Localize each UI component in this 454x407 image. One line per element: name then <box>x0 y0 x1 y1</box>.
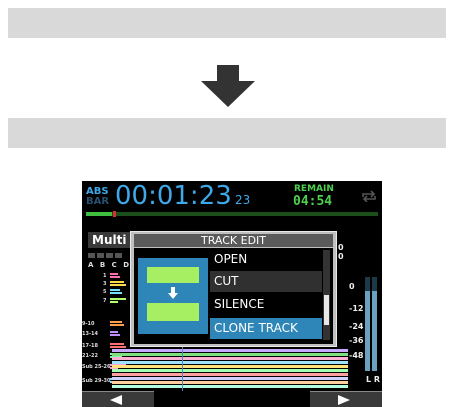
scale-tick-label: -24 <box>349 322 364 331</box>
left-triangle-icon <box>110 395 122 405</box>
track-meter-bar <box>110 284 126 286</box>
track-meter-bar <box>110 292 122 294</box>
meter-right-fill <box>372 291 377 371</box>
bottom-gray-bar <box>8 118 446 148</box>
menu-item-clone-track[interactable]: CLONE TRACK <box>210 318 322 339</box>
menu-item-cut[interactable]: CUT <box>210 271 322 292</box>
next-button[interactable] <box>310 391 382 407</box>
menu-item-silence[interactable]: SILENCE <box>210 294 322 315</box>
top-right-value: 0 <box>338 243 344 252</box>
track-meter-bar <box>110 346 126 348</box>
track-waveform <box>112 365 348 368</box>
track-waveform <box>112 361 348 364</box>
track-label: Sub 29-30 <box>82 378 111 384</box>
scale-tick-label: 0 <box>349 282 355 291</box>
top-gray-bar <box>8 8 446 38</box>
prev-button[interactable] <box>82 391 154 407</box>
track-label: 9-10 <box>82 321 95 327</box>
source-track-block <box>147 267 199 283</box>
track-label: 21-22 <box>82 353 98 359</box>
track-columns-label: A B C D <box>88 261 132 269</box>
dialog-body: OPEN CUT SILENCE CLONE TRACK <box>134 248 333 344</box>
track-waveform <box>112 385 348 388</box>
track-label: 7 <box>103 298 107 304</box>
bar-label: BAR <box>86 196 110 207</box>
track-waveform <box>112 377 348 380</box>
remain-value: 04:54 <box>293 194 333 209</box>
track-meter-bar <box>110 281 124 283</box>
remain-label: REMAIN <box>294 184 334 194</box>
track-waveform <box>112 369 348 372</box>
playhead-marker <box>113 211 116 217</box>
track-meter-bar <box>110 331 118 333</box>
menu-item-open[interactable]: OPEN <box>210 249 322 270</box>
scale-tick-label: -48 <box>349 351 364 360</box>
track-slot-indicator <box>97 253 104 258</box>
track-meter-bar <box>110 334 120 336</box>
progress-fill <box>86 212 112 216</box>
track-meter-bar <box>110 324 124 326</box>
track-label: 5 <box>103 289 107 295</box>
mode-tab[interactable]: Multi <box>88 232 136 248</box>
track-waveform <box>112 381 348 384</box>
progress-track <box>86 212 378 216</box>
scale-tick-label: -12 <box>349 304 364 313</box>
track-waveform <box>112 357 348 360</box>
track-slot-indicator <box>106 253 113 258</box>
device-screen: ABS BAR 00:01:23 23 REMAIN 04:54 Multi A… <box>82 181 382 407</box>
track-label: 1 <box>103 273 107 279</box>
timeline-playhead <box>182 347 183 391</box>
right-triangle-icon <box>338 395 350 405</box>
dialog-scrollbar-thumb[interactable] <box>324 295 329 325</box>
scale-tick-label: -36 <box>349 336 364 345</box>
track-meter-bar <box>110 321 122 323</box>
track-waveform <box>112 353 348 356</box>
down-arrow-icon <box>201 65 255 107</box>
loop-icon <box>362 190 376 202</box>
track-label: 13-14 <box>82 331 98 337</box>
track-label: Sub 25-26 <box>82 364 111 370</box>
track-meter-bar <box>110 343 124 345</box>
track-label: 17-18 <box>82 343 98 349</box>
dialog-title: TRACK EDIT <box>134 234 333 247</box>
time-frames: 23 <box>235 193 251 207</box>
track-meter-bar <box>110 273 118 275</box>
track-waveform <box>112 349 348 352</box>
time-counter: 00:01:23 <box>115 181 232 211</box>
copy-arrow-icon <box>168 287 178 299</box>
track-waveform <box>112 373 348 376</box>
meter-left-fill <box>365 291 370 371</box>
top-right-value: 0 <box>338 252 344 261</box>
track-slot-indicator <box>115 253 122 258</box>
clone-track-block <box>147 303 199 321</box>
track-meter-bar <box>110 289 120 291</box>
track-meter-bar <box>110 301 118 303</box>
clone-illustration <box>138 258 208 334</box>
track-meter-bar <box>110 298 126 300</box>
track-slot-indicator <box>88 253 95 258</box>
lr-label: L R <box>366 375 381 384</box>
track-edit-dialog: TRACK EDIT OPEN CUT SILENCE CLONE TRACK <box>130 231 337 347</box>
track-meter-bar <box>110 276 120 278</box>
track-label: 3 <box>103 281 107 287</box>
